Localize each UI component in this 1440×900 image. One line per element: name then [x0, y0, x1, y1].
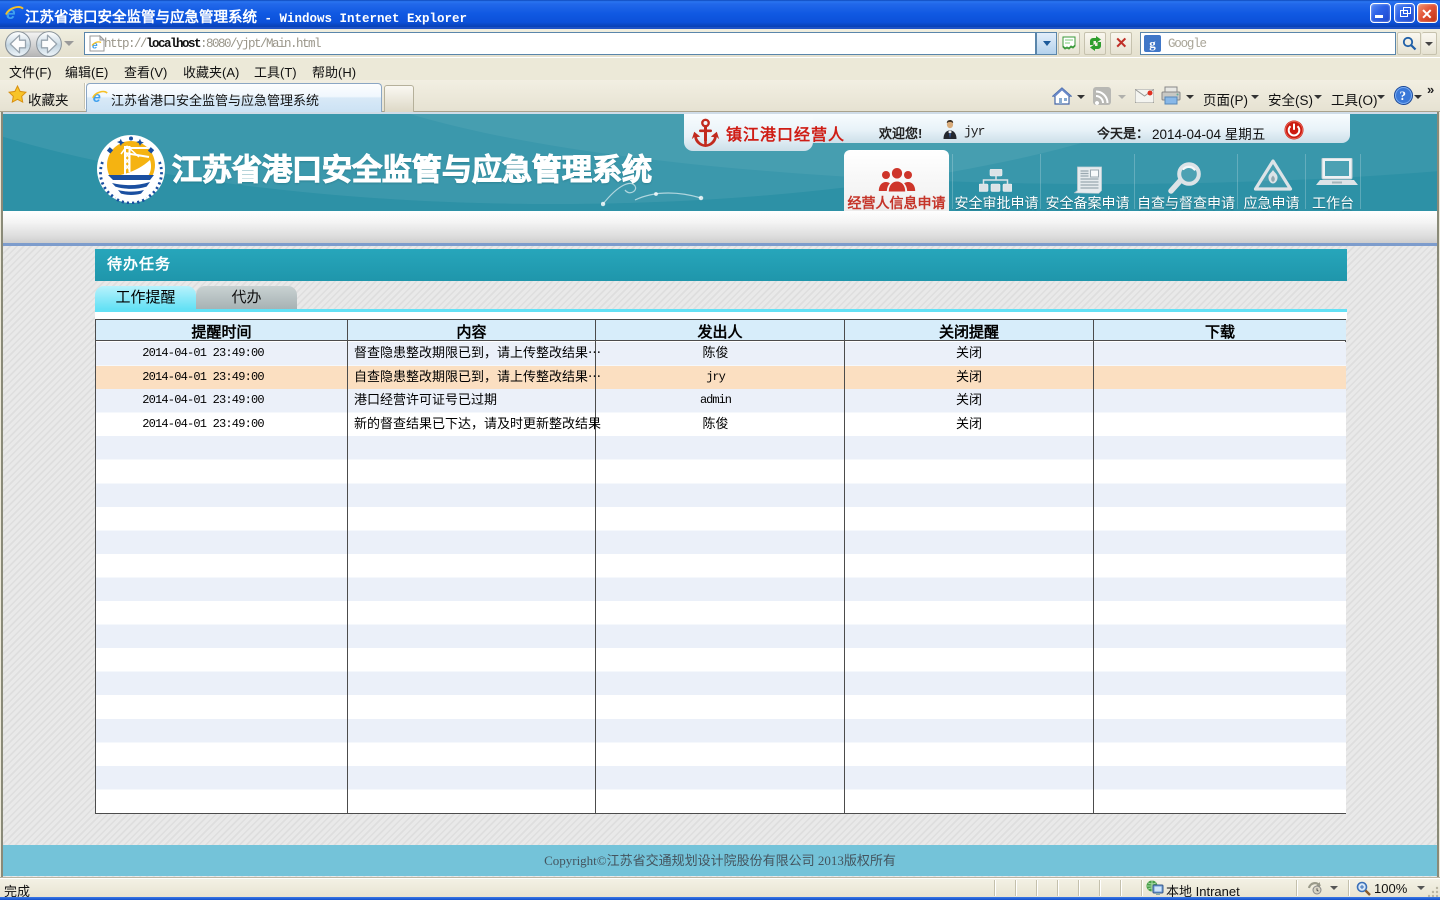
svg-text:?: ?: [1400, 88, 1407, 103]
